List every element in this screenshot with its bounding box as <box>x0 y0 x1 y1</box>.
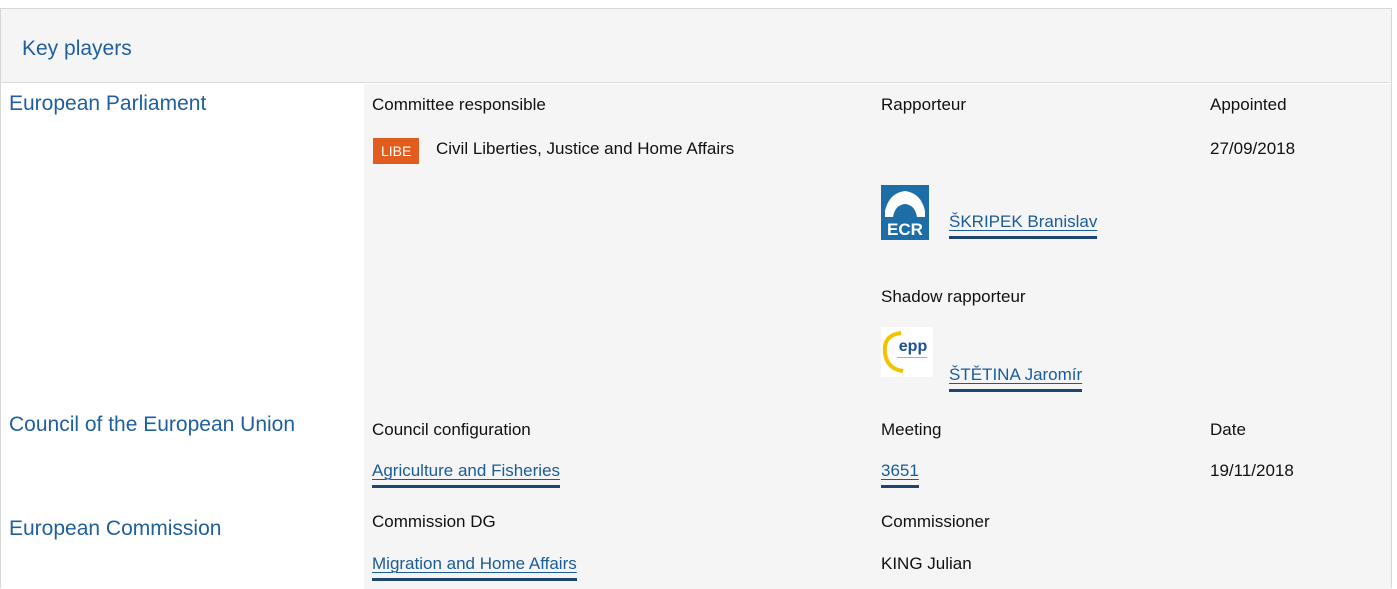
key-players-panel: Key players European Parliament Council … <box>0 8 1392 589</box>
header-appointed: Appointed <box>1210 95 1287 114</box>
panel-header: Key players <box>1 9 1391 83</box>
committee-code-badge: LIBE <box>373 138 420 164</box>
institution-european-parliament[interactable]: European Parliament <box>9 92 206 116</box>
svg-text:ECR: ECR <box>887 220 923 239</box>
panel-title: Key players <box>22 37 132 60</box>
appointed-date: 27/09/2018 <box>1210 139 1296 158</box>
header-committee-responsible: Committee responsible <box>372 95 546 114</box>
header-meeting: Meeting <box>881 420 942 439</box>
details-column <box>364 84 1391 589</box>
header-council-configuration: Council configuration <box>372 420 531 439</box>
institution-council[interactable]: Council of the European Union <box>9 413 295 437</box>
commissioner-name: KING Julian <box>881 554 972 573</box>
svg-text:epp: epp <box>899 338 928 355</box>
committee-name: Civil Liberties, Justice and Home Affair… <box>436 139 735 158</box>
shadow-rapporteur-label: Shadow rapporteur <box>881 287 1026 306</box>
council-date: 19/11/2018 <box>1210 461 1294 480</box>
meeting-link[interactable]: 3651 <box>881 461 919 488</box>
header-commissioner: Commissioner <box>881 512 990 531</box>
institution-commission[interactable]: European Commission <box>9 517 221 541</box>
shadow-rapporteur-link[interactable]: ŠTĚTINA Jaromír <box>949 365 1083 392</box>
rapporteur-link[interactable]: ŠKRIPEK Branislav <box>949 212 1098 239</box>
header-commission-dg: Commission DG <box>372 512 496 531</box>
ecr-group-logo-icon: ECR <box>881 185 929 240</box>
commission-dg-link[interactable]: Migration and Home Affairs <box>372 554 577 581</box>
institutions-column: European Parliament Council of the Europ… <box>1 84 364 589</box>
header-rapporteur: Rapporteur <box>881 95 967 114</box>
epp-group-logo-icon: epp <box>881 327 933 377</box>
header-date: Date <box>1210 420 1246 439</box>
council-configuration-link[interactable]: Agriculture and Fisheries <box>372 461 561 488</box>
